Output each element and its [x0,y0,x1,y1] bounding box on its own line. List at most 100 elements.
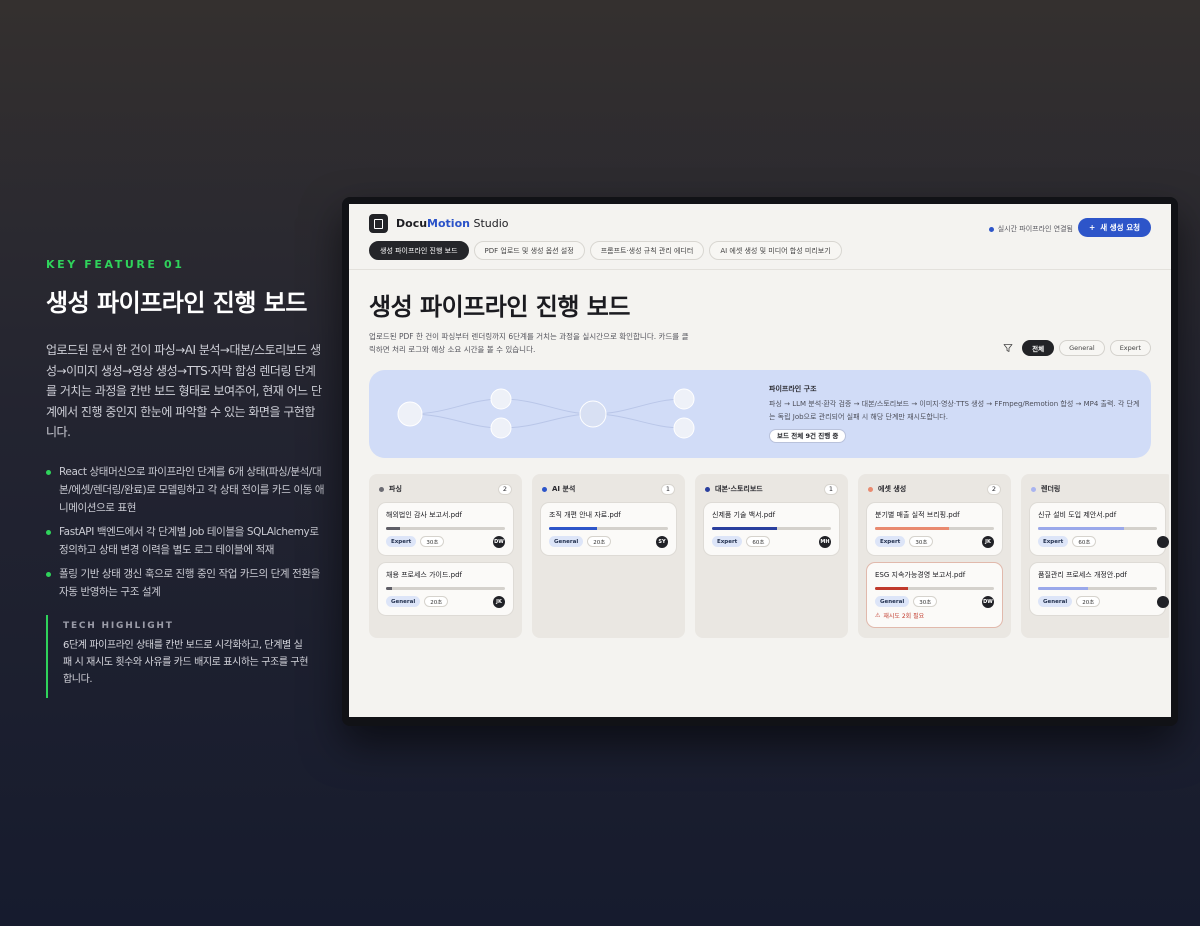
pipeline-card[interactable]: 품질관리 프로세스 개정안.pdf General 20초 [1029,562,1169,616]
avatar: DW [982,596,994,608]
pipeline-card[interactable]: ESG 지속가능경영 보고서.pdf General 30초 DW ⚠ 재시도 2회 필요 [866,562,1003,628]
column-title: 렌더링 [1041,485,1061,493]
app-screen: DocuMotion Studio 실시간 파이프라인 연결됨 + 새 생성 요… [349,204,1171,717]
feature-eyebrow: KEY FEATURE 01 [46,258,185,271]
pipeline-card[interactable]: 신제품 기술 백서.pdf Expert 60초 MH [703,502,840,556]
progress-bar [712,527,831,530]
retry-warning: ⚠ 재시도 2회 필요 [875,611,994,620]
tech-highlight: TECH HIGHLIGHT 6단계 파이프라인 상태를 칸반 보드로 시각화하… [46,614,326,698]
progress-fill [712,527,778,530]
card-title: 해외법인 감사 보고서.pdf [386,511,462,519]
card-title: 채용 프로세스 가이드.pdf [386,571,462,579]
avatar: JK [982,536,994,548]
tab-prompt-editor[interactable]: 프롬프트·생성 규칙 관리 에디터 [589,241,705,260]
progress-bar [1038,587,1157,590]
board-summary-badge: 보드 전체 9건 진행 중 [769,429,847,443]
filter-general[interactable]: General [1059,340,1105,356]
new-request-label: 새 생성 요청 [1100,223,1140,232]
duration-badge: 30초 [913,596,938,607]
kanban-column: 대본·스토리보드 1 신제품 기술 백서.pdf Expert 60초 MH [695,474,848,638]
page-description: 업로드된 PDF 한 건이 파싱부터 렌더링까지 6단계를 거치는 과정을 실시… [369,332,689,354]
duration-badge: 60초 [746,536,771,547]
feature-bullets: React 상태머신으로 파이프라인 단계를 6개 상태(파싱/분석/대본/에셋… [46,463,326,601]
kanban-column: AI 분석 1 조직 개편 안내 자료.pdf General 20초 SY [532,474,685,638]
pipeline-node [579,400,607,428]
level-badge: General [875,596,910,607]
connection-status: 실시간 파이프라인 연결됨 [988,224,1073,234]
film-icon [369,214,388,233]
pipeline-card[interactable]: 분기별 매출 실적 브리핑.pdf Expert 30초 JK [866,502,1003,556]
duration-badge: 20초 [424,596,449,607]
column-count-badge: 2 [498,483,512,495]
progress-bar [1038,527,1157,530]
pipeline-card[interactable]: 해외법인 감사 보고서.pdf Expert 30초 DW [377,502,514,556]
level-badge: Expert [875,536,906,547]
progress-bar [549,527,668,530]
column-count-badge: 2 [987,483,1001,495]
kanban-board: 파싱 2 해외법인 감사 보고서.pdf Expert 30초 DW 채용 프로세스 가이드… [369,474,1169,638]
column-header: 파싱 2 [377,482,514,496]
device-frame: DocuMotion Studio 실시간 파이프라인 연결됨 + 새 생성 요… [342,197,1178,726]
pipeline-node [673,388,695,410]
progress-bar [875,587,994,590]
filter-bar: 전체 General Expert [1003,340,1151,356]
banner-title: 파이프라인 구조 [769,385,817,393]
column-title: 에셋 생성 [878,485,907,493]
filter-expert[interactable]: Expert [1109,340,1151,356]
card-title: 신제품 기술 백서.pdf [712,511,776,519]
level-badge: Expert [1038,536,1069,547]
plus-icon: + [1088,223,1096,232]
tab-asset-preview[interactable]: AI 에셋 생성 및 미디어 합성 미리보기 [709,241,842,260]
feature-title: 생성 파이프라인 진행 보드 [46,289,307,317]
progress-fill [875,587,909,590]
column-status-dot-icon [868,486,873,492]
column-title: AI 분석 [552,485,576,493]
column-header: 에셋 생성 2 [866,482,1003,496]
column-status-dot-icon [542,486,547,492]
column-title: 대본·스토리보드 [715,485,763,493]
level-badge: General [1038,596,1073,607]
level-badge: Expert [386,536,417,547]
pipeline-node [397,401,423,427]
progress-bar [386,527,505,530]
level-badge: General [549,536,584,547]
column-title: 파싱 [389,485,402,493]
column-status-dot-icon [1031,486,1036,492]
column-status-dot-icon [379,486,384,492]
avatar: SY [656,536,668,548]
tab-pipeline-board[interactable]: 생성 파이프라인 진행 보드 [369,241,469,260]
card-title: 신규 설비 도입 제안서.pdf [1038,511,1117,519]
feature-bullet: React 상태머신으로 파이프라인 단계를 6개 상태(파싱/분석/대본/에셋… [46,463,326,517]
filter-icon[interactable] [1003,343,1013,353]
pipeline-card[interactable]: 신규 설비 도입 제안서.pdf Expert 60초 [1029,502,1169,556]
progress-fill [386,527,401,530]
filter-all[interactable]: 전체 [1022,340,1055,356]
duration-badge: 30초 [909,536,934,547]
tech-highlight-text: 6단계 파이프라인 상태를 칸반 보드로 시각화하고, 단계별 실패 시 재시도… [63,639,309,685]
pipeline-card[interactable]: 조직 개편 안내 자료.pdf General 20초 SY [540,502,677,556]
feature-description: 업로드된 문서 한 건이 파싱→AI 분석→대본/스토리보드 생성→이미지 생성… [46,343,322,439]
kanban-column: 에셋 생성 2 분기별 매출 실적 브리핑.pdf Expert 30초 JK ESG 지속… [858,474,1011,638]
duration-badge: 20초 [587,536,612,547]
avatar: JK [493,596,505,608]
column-header: 렌더링 [1029,482,1166,496]
pipeline-node [490,388,512,410]
progress-bar [386,587,505,590]
progress-bar [875,527,994,530]
tab-bar: 생성 파이프라인 진행 보드 PDF 업로드 및 생성 옵션 설정 프롬프트·생… [369,241,1151,260]
new-request-button[interactable]: + 새 생성 요청 [1077,218,1151,237]
app-header: DocuMotion Studio 실시간 파이프라인 연결됨 + 새 생성 요… [349,204,1171,270]
pipeline-node [673,417,695,439]
pipeline-flow-diagram [397,388,695,439]
pipeline-card[interactable]: 채용 프로세스 가이드.pdf General 20초 JK [377,562,514,616]
warning-icon: ⚠ [875,612,881,619]
avatar: MH [819,536,831,548]
pipeline-node [490,417,512,439]
tab-pdf-upload[interactable]: PDF 업로드 및 생성 옵션 설정 [473,241,585,260]
duration-badge: 20초 [1076,596,1101,607]
level-badge: General [386,596,421,607]
feature-panel: KEY FEATURE 01 생성 파이프라인 진행 보드 업로드된 문서 한 … [46,258,326,698]
main-content: 생성 파이프라인 진행 보드 업로드된 PDF 한 건이 파싱부터 렌더링까지 … [349,270,1171,638]
pipeline-banner: 파이프라인 구조 파싱 → LLM 분석·환각 검증 → 대본/스토리보드 → … [369,370,1151,458]
brand-name: DocuMotion Studio [396,217,509,230]
